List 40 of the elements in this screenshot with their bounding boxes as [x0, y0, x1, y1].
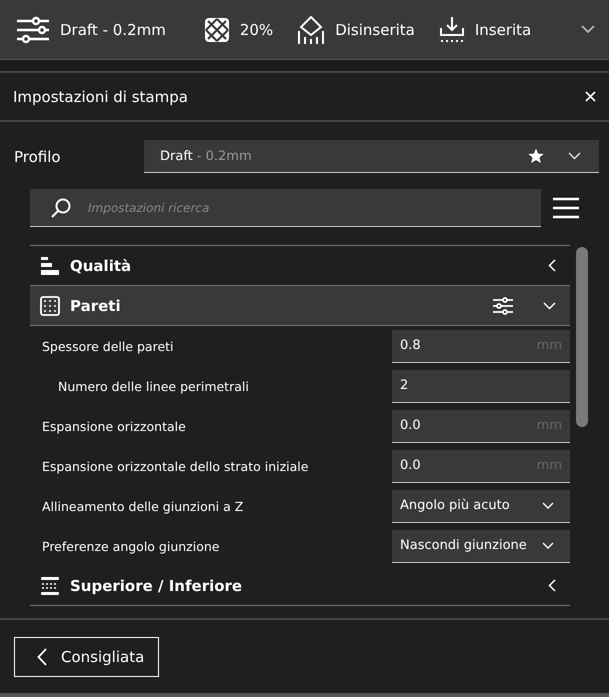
scrollbar-thumb[interactable]: [576, 247, 588, 427]
menu-icon[interactable]: [553, 196, 579, 220]
search-field[interactable]: Impostazioni ricerca: [30, 189, 541, 227]
setting-label: Espansione orizzontale: [41, 418, 186, 434]
layer-bars-icon: [40, 256, 60, 276]
search-icon: [50, 197, 72, 219]
category-header[interactable]: Superiore / Inferiore: [30, 566, 570, 606]
layers-icon: [40, 576, 60, 596]
toolbar-label[interactable]: Draft - 0.2mm: [60, 20, 166, 38]
infill-pattern-icon[interactable]: [204, 16, 230, 42]
sliders-icon[interactable]: [493, 296, 513, 314]
toolbar-label[interactable]: Inserita: [474, 20, 532, 38]
setting-label: Allineamento delle giunzioni a Z: [41, 498, 244, 514]
chevron-left-icon: [37, 648, 47, 666]
profile-label: Profilo: [14, 148, 62, 166]
support-structure-icon[interactable]: [297, 14, 326, 44]
setting-label: Preferenze angolo giunzione: [41, 538, 220, 554]
chevron-down-icon: [543, 302, 556, 310]
chevron-down-icon: [542, 542, 554, 549]
chevron-down-icon[interactable]: [581, 25, 595, 34]
chevron-left-icon: [548, 579, 556, 592]
recommended-button[interactable]: Consigliata: [14, 636, 160, 676]
star-icon[interactable]: [528, 148, 544, 164]
setting-label: Espansione orizzontale dello strato iniziale: [41, 458, 308, 474]
close-icon[interactable]: [585, 91, 596, 102]
chevron-down-icon: [542, 502, 554, 509]
toolbar-label[interactable]: 20%: [240, 20, 274, 38]
toolbar-label[interactable]: Disinserita: [335, 20, 415, 38]
profile-dropdown[interactable]: Draft - 0.2mm: [144, 140, 599, 173]
category-header[interactable]: Pareti: [30, 286, 570, 326]
setting-dropdown[interactable]: Angolo più acuto: [392, 490, 570, 522]
download-tray-icon[interactable]: [438, 16, 465, 44]
panel-title: Impostazioni di stampa: [13, 88, 188, 106]
chevron-left-icon: [548, 259, 556, 272]
setting-label: Numero delle linee perimetrali: [57, 378, 249, 394]
setting-label: Spessore delle pareti: [41, 338, 174, 354]
chevron-down-icon: [568, 152, 581, 160]
setting-dropdown[interactable]: Nascondi giunzione: [392, 530, 570, 562]
sliders-icon[interactable]: [16, 16, 50, 44]
grid-square-icon: [40, 296, 60, 316]
